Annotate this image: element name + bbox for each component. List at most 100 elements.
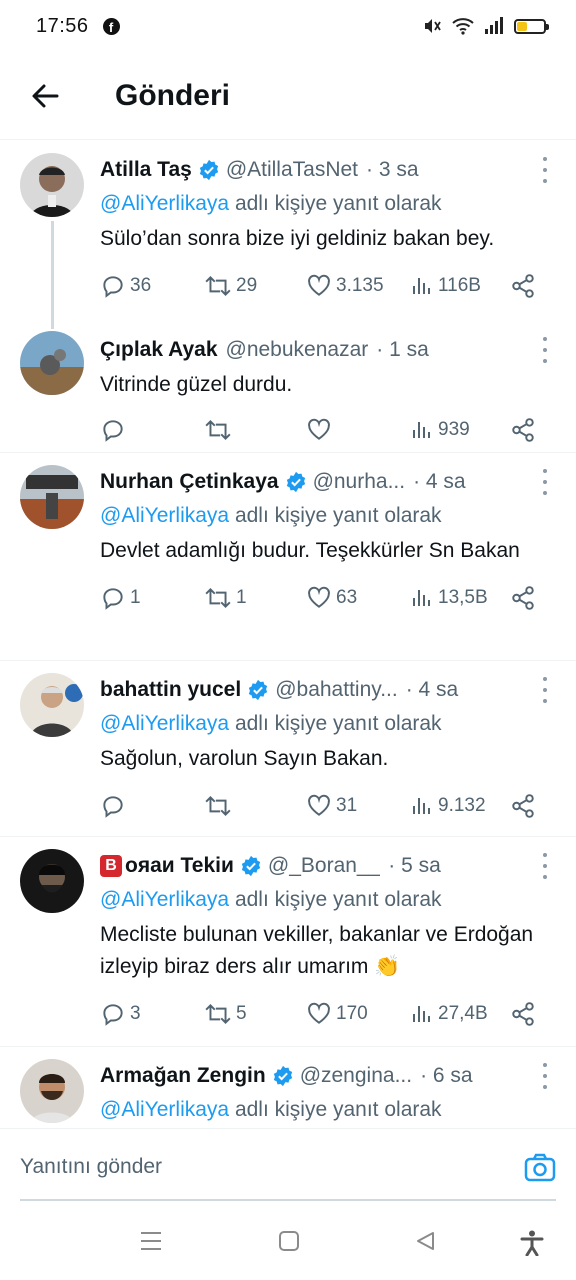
retweet-button[interactable]: 29 bbox=[204, 273, 257, 299]
views-button[interactable]: 939 bbox=[410, 418, 470, 442]
reply-context: @AliYerlikaya adlı kişiye yanıt olarak bbox=[100, 888, 442, 911]
mention-link[interactable]: @AliYerlikaya bbox=[100, 712, 229, 735]
retweet-icon bbox=[205, 276, 231, 296]
author-name[interactable]: Nurhan Çetinkaya bbox=[100, 470, 279, 494]
reply-button[interactable]: 1 bbox=[100, 585, 141, 611]
reply-icon bbox=[103, 276, 123, 298]
mention-link[interactable]: @AliYerlikaya bbox=[100, 192, 229, 215]
back-button[interactable] bbox=[15, 66, 75, 126]
views-button[interactable]: 116B bbox=[410, 274, 481, 298]
share-icon bbox=[512, 418, 534, 442]
more-options-button[interactable] bbox=[538, 1063, 552, 1089]
retweet-button[interactable] bbox=[204, 417, 236, 443]
arrow-left-icon bbox=[32, 84, 59, 107]
avatar[interactable] bbox=[20, 331, 84, 395]
author-handle[interactable]: @bahattiny... bbox=[275, 678, 398, 702]
reply-context: @AliYerlikaya adlı kişiye yanıt olarak bbox=[100, 504, 442, 527]
author-name[interactable]: Atilla Taş bbox=[100, 158, 192, 182]
verified-badge-icon bbox=[285, 471, 307, 493]
heart-icon bbox=[308, 418, 330, 440]
signal-icon bbox=[484, 17, 504, 35]
like-button[interactable]: 63 bbox=[306, 585, 357, 611]
top-app-bar: Gönderi bbox=[0, 52, 576, 140]
heart-icon bbox=[308, 274, 330, 296]
verified-badge-icon bbox=[247, 679, 269, 701]
tweet-time: · 6 sa bbox=[420, 1064, 473, 1087]
avatar[interactable] bbox=[20, 465, 84, 529]
views-icon bbox=[413, 590, 430, 606]
verified-badge-icon bbox=[272, 1065, 294, 1087]
tweet[interactable]: Atilla Taş @AtillaTasNet · 3 sa @AliYerl… bbox=[0, 141, 576, 329]
views-button[interactable]: 27,4B bbox=[410, 1002, 488, 1026]
mention-link[interactable]: @AliYerlikaya bbox=[100, 1098, 229, 1121]
input-underline bbox=[20, 1199, 556, 1201]
more-options-button[interactable] bbox=[538, 469, 552, 495]
share-button[interactable] bbox=[510, 793, 536, 819]
thread-line bbox=[51, 221, 54, 329]
author-handle[interactable]: @_Boran__ bbox=[268, 854, 380, 878]
mute-icon bbox=[420, 16, 442, 36]
views-icon bbox=[413, 422, 430, 438]
mention-link[interactable]: @AliYerlikaya bbox=[100, 504, 229, 527]
recents-button[interactable] bbox=[140, 1230, 162, 1257]
author-handle[interactable]: @nebukenazar bbox=[226, 338, 369, 362]
like-button[interactable]: 170 bbox=[306, 1001, 368, 1027]
reply-input[interactable] bbox=[20, 1147, 500, 1187]
views-button[interactable]: 13,5B bbox=[410, 586, 488, 610]
reply-button[interactable]: 36 bbox=[100, 273, 151, 299]
reply-icon bbox=[103, 1004, 123, 1026]
share-button[interactable] bbox=[510, 585, 536, 611]
reply-icon bbox=[103, 420, 123, 442]
author-handle[interactable]: @AtillaTasNet bbox=[226, 158, 358, 182]
author-name[interactable]: Çıplak Ayak bbox=[100, 338, 218, 362]
home-button[interactable] bbox=[278, 1230, 300, 1257]
tweet-text: Vitrinde güzel durdu. bbox=[100, 373, 293, 396]
share-button[interactable] bbox=[510, 1001, 536, 1027]
retweet-button[interactable]: 5 bbox=[204, 1001, 247, 1027]
author-name[interactable]: Armağan Zengin bbox=[100, 1064, 266, 1088]
avatar[interactable] bbox=[20, 153, 84, 217]
tweet-actions: 31 9.132 bbox=[100, 789, 548, 823]
retweet-button[interactable]: 1 bbox=[204, 585, 247, 611]
camera-button[interactable] bbox=[524, 1153, 556, 1188]
share-button[interactable] bbox=[510, 273, 536, 299]
reply-button[interactable] bbox=[100, 793, 130, 819]
avatar[interactable] bbox=[20, 849, 84, 913]
tweet[interactable]: bahattin yucel @bahattiny... · 4 sa @Ali… bbox=[0, 661, 576, 837]
views-icon bbox=[413, 278, 430, 294]
author-handle[interactable]: @zengina... bbox=[300, 1064, 412, 1088]
author-name[interactable]: bahattin yucel bbox=[100, 678, 241, 702]
author-name[interactable]: oяaи Tekiи bbox=[125, 854, 234, 878]
share-button[interactable] bbox=[510, 417, 536, 443]
views-button[interactable]: 9.132 bbox=[410, 794, 486, 818]
system-back-button[interactable] bbox=[414, 1230, 436, 1257]
page-title: Gönderi bbox=[115, 78, 231, 112]
reply-button[interactable]: 3 bbox=[100, 1001, 141, 1027]
author-handle[interactable]: @nurha... bbox=[313, 470, 406, 494]
more-options-button[interactable] bbox=[538, 337, 552, 363]
reply-context: @AliYerlikaya adlı kişiye yanıt olarak bbox=[100, 712, 442, 735]
avatar[interactable] bbox=[20, 673, 84, 737]
tweet[interactable]: B oяaи Tekiи @_Boran__ · 5 sa @AliYerlik… bbox=[0, 837, 576, 1047]
tweet[interactable]: Armağan Zengin @zengina... · 6 sa @AliYe… bbox=[0, 1047, 576, 1128]
replies-feed[interactable]: Atilla Taş @AtillaTasNet · 3 sa @AliYerl… bbox=[0, 141, 576, 1128]
tweet-time: · 3 sa bbox=[366, 158, 419, 181]
like-button[interactable]: 31 bbox=[306, 793, 357, 819]
more-options-button[interactable] bbox=[538, 677, 552, 703]
like-button[interactable]: 3.135 bbox=[306, 273, 384, 299]
tweet[interactable]: Nurhan Çetinkaya @nurha... · 4 sa @AliYe… bbox=[0, 453, 576, 661]
tweet[interactable]: Çıplak Ayak @nebukenazar · 1 sa Vitrinde… bbox=[0, 321, 576, 453]
more-options-button[interactable] bbox=[538, 853, 552, 879]
reply-button[interactable] bbox=[100, 417, 130, 443]
camera-icon bbox=[524, 1153, 556, 1182]
accessibility-button[interactable] bbox=[520, 1230, 544, 1261]
retweet-button[interactable] bbox=[204, 793, 236, 819]
like-button[interactable] bbox=[306, 417, 336, 443]
tweet-actions: 1 1 63 13,5B bbox=[100, 581, 548, 615]
tweet-actions: 36 29 3.135 116B bbox=[100, 269, 548, 303]
retweet-icon bbox=[205, 420, 231, 440]
mention-link[interactable]: @AliYerlikaya bbox=[100, 888, 229, 911]
more-options-button[interactable] bbox=[538, 157, 552, 183]
back-triangle-icon bbox=[417, 1232, 434, 1250]
avatar[interactable] bbox=[20, 1059, 84, 1123]
